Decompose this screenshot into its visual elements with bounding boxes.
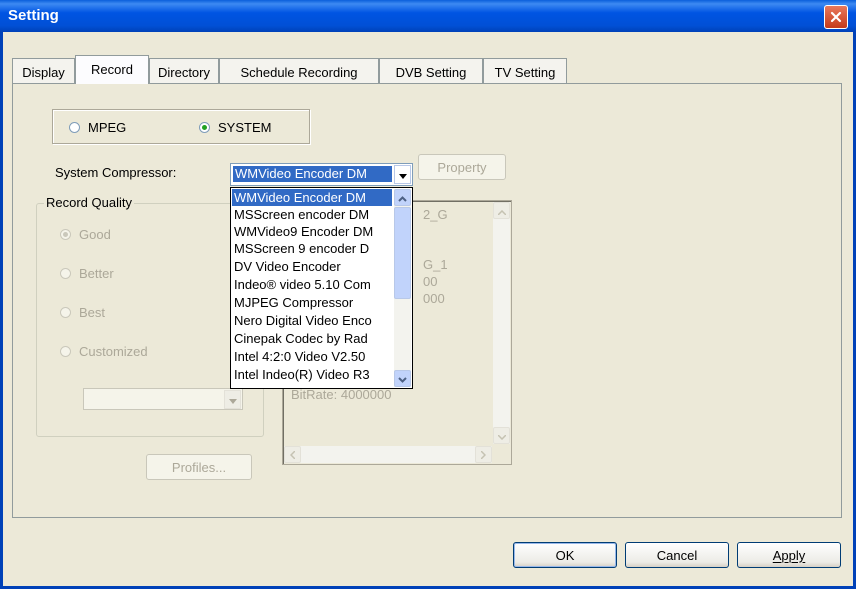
- dropdown-scroll-down-button[interactable]: [394, 370, 411, 387]
- chevron-up-icon: [398, 190, 407, 205]
- profiles-label: Profiles...: [171, 459, 227, 475]
- compressor-select[interactable]: WMVideo Encoder DM: [230, 163, 413, 186]
- tab-dvb-setting[interactable]: DVB Setting: [379, 58, 483, 83]
- close-button[interactable]: [824, 5, 848, 29]
- apply-button[interactable]: Apply: [737, 542, 841, 568]
- compressor-option[interactable]: Indeo® video 5.10 Com: [232, 276, 392, 293]
- tab-label: DVB Setting: [395, 65, 467, 80]
- tab-tv-setting[interactable]: TV Setting: [483, 58, 567, 83]
- compressor-option[interactable]: MSScreen 9 encoder D: [232, 240, 392, 257]
- chevron-right-icon: [480, 447, 487, 462]
- system-label: SYSTEM: [218, 120, 272, 135]
- tab-label: Display: [22, 65, 65, 80]
- title-bar: Setting: [0, 0, 856, 32]
- window-title: Setting: [8, 7, 59, 24]
- format-box: MPEG SYSTEM: [52, 109, 310, 144]
- apply-label: Apply: [772, 547, 806, 563]
- close-icon: [830, 11, 842, 23]
- radio-button: [60, 268, 71, 279]
- chevron-down-icon: [398, 371, 407, 386]
- compressor-dropdown-button[interactable]: [394, 165, 411, 184]
- info-line: 00: [423, 274, 438, 289]
- radio-button: [60, 346, 71, 357]
- mpeg-radio[interactable]: MPEG: [69, 120, 126, 135]
- tab-schedule-recording[interactable]: Schedule Recording: [219, 58, 379, 83]
- compressor-option[interactable]: WMVideo9 Encoder DM: [232, 223, 392, 240]
- compressor-option[interactable]: Intel Indeo(R) Video R3: [232, 366, 392, 383]
- chevron-down-icon: [496, 428, 507, 443]
- quality-best-radio[interactable]: Best: [60, 305, 105, 320]
- scroll-up-button[interactable]: [493, 202, 510, 219]
- info-vertical-scrollbar[interactable]: [493, 202, 510, 444]
- property-label: Property: [437, 159, 487, 175]
- best-label: Best: [79, 305, 106, 320]
- compressor-dropdown-list[interactable]: WMVideo Encoder DM MSScreen encoder DM W…: [230, 187, 413, 389]
- system-compressor-label: System Compressor:: [55, 165, 177, 180]
- cancel-button[interactable]: Cancel: [625, 542, 729, 568]
- scroll-right-button[interactable]: [475, 446, 492, 463]
- quality-better-radio[interactable]: Better: [60, 266, 114, 281]
- better-label: Better: [79, 266, 114, 281]
- tab-label: TV Setting: [494, 65, 556, 80]
- tab-directory[interactable]: Directory: [149, 58, 219, 83]
- info-line: G_1: [423, 257, 448, 272]
- radio-button: [69, 122, 80, 133]
- info-line: BitRate: 4000000: [291, 387, 392, 402]
- scroll-left-button[interactable]: [284, 446, 301, 463]
- cancel-label: Cancel: [656, 547, 698, 563]
- chevron-up-icon: [496, 203, 507, 218]
- tab-record[interactable]: Record: [75, 55, 149, 84]
- property-button[interactable]: Property: [418, 154, 506, 180]
- chevron-left-icon: [289, 447, 296, 462]
- good-label: Good: [79, 227, 111, 242]
- tab-label: Record: [91, 62, 133, 77]
- compressor-option[interactable]: MSScreen encoder DM: [232, 206, 392, 223]
- tab-display[interactable]: Display: [12, 58, 75, 83]
- system-radio[interactable]: SYSTEM: [199, 120, 271, 135]
- quality-customized-radio[interactable]: Customized: [60, 344, 148, 359]
- ok-label: OK: [555, 547, 575, 563]
- radio-button: [60, 307, 71, 318]
- customized-label: Customized: [79, 344, 148, 359]
- compressor-option[interactable]: WMVideo Encoder DM: [232, 189, 392, 206]
- custom-profile-select[interactable]: [83, 388, 243, 410]
- dropdown-scrollbar[interactable]: [394, 189, 411, 387]
- chevron-down-icon: [398, 167, 407, 182]
- tab-label: Schedule Recording: [240, 65, 358, 80]
- dropdown-scroll-up-button[interactable]: [394, 189, 411, 206]
- compressor-option[interactable]: Cinepak Codec by Rad: [232, 330, 392, 347]
- info-horizontal-scrollbar[interactable]: [284, 446, 492, 463]
- radio-button: [60, 229, 71, 240]
- custom-profile-dropdown-button[interactable]: [224, 390, 241, 409]
- scroll-down-button[interactable]: [493, 427, 510, 444]
- compressor-option[interactable]: Nero Digital Video Enco: [232, 312, 392, 329]
- compressor-option[interactable]: Intel 4:2:0 Video V2.50: [232, 348, 392, 365]
- record-quality-label: Record Quality: [44, 195, 134, 210]
- mpeg-label: MPEG: [88, 120, 127, 135]
- info-line: 000: [423, 291, 445, 306]
- tab-label: Directory: [157, 65, 210, 80]
- compressor-selected: WMVideo Encoder DM: [233, 166, 392, 182]
- ok-button[interactable]: OK: [513, 542, 617, 568]
- profiles-button[interactable]: Profiles...: [146, 454, 252, 480]
- compressor-option[interactable]: DV Video Encoder: [232, 258, 392, 275]
- radio-button: [199, 122, 210, 133]
- chevron-down-icon: [228, 392, 237, 407]
- info-line: 2_G: [423, 207, 448, 222]
- dropdown-scroll-thumb[interactable]: [394, 207, 411, 299]
- compressor-option[interactable]: MJPEG Compressor: [232, 294, 392, 311]
- quality-good-radio[interactable]: Good: [60, 227, 111, 242]
